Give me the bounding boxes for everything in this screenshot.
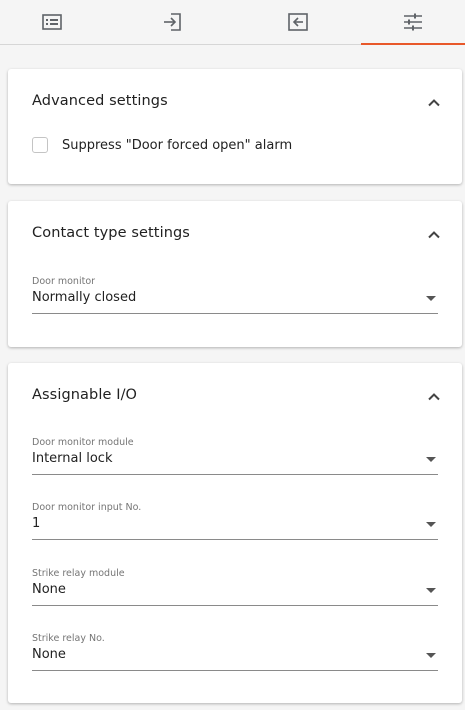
field-label: Door monitor module [32,437,134,448]
door-monitor-select[interactable]: Door monitor Normally closed [32,276,438,316]
strike-relay-no-select[interactable]: Strike relay No. None [32,633,438,673]
tab-settings[interactable] [361,0,465,45]
list-card-icon [42,14,62,30]
field-label: Door monitor [32,276,96,287]
field-value: Normally closed [32,290,137,305]
field-label: Door monitor input No. [32,502,142,513]
dropdown-arrow-icon[interactable] [426,457,436,462]
field-underline [32,474,438,475]
field-underline [32,313,438,314]
field-value: None [32,647,66,662]
field-value: Internal lock [32,451,113,466]
sign-in-icon [164,13,181,31]
contact-type-settings-title: Contact type settings [32,225,190,241]
dropdown-arrow-icon[interactable] [426,296,436,301]
contact-type-settings-header[interactable]: Contact type settings [8,201,462,269]
chevron-up-icon[interactable] [426,95,442,111]
tune-sliders-icon [404,13,422,31]
field-underline [32,605,438,606]
advanced-settings-card: Advanced settings Suppress "Door forced … [8,69,462,184]
field-label: Strike relay No. [32,633,105,644]
checkbox-box[interactable] [32,137,48,153]
assignable-io-header[interactable]: Assignable I/O [8,363,462,431]
checkbox-label: Suppress "Door forced open" alarm [62,137,293,153]
sign-out-icon [288,13,308,31]
contact-type-settings-card: Contact type settings Door monitor Norma… [8,201,462,347]
door-monitor-module-select[interactable]: Door monitor module Internal lock [32,437,438,477]
tab-exit[interactable] [246,0,350,44]
dropdown-arrow-icon[interactable] [426,522,436,527]
field-value: 1 [32,516,41,531]
assignable-io-title: Assignable I/O [32,387,138,403]
chevron-up-icon[interactable] [426,389,442,405]
advanced-settings-header[interactable]: Advanced settings [8,69,462,137]
advanced-settings-title: Advanced settings [32,93,168,109]
dropdown-arrow-icon[interactable] [426,588,436,593]
field-underline [32,670,438,671]
strike-relay-module-select[interactable]: Strike relay module None [32,568,438,608]
door-monitor-input-no-select[interactable]: Door monitor input No. 1 [32,502,438,542]
field-label: Strike relay module [32,568,125,579]
tab-entry[interactable] [120,0,224,44]
field-underline [32,539,438,540]
chevron-up-icon[interactable] [426,227,442,243]
field-value: None [32,582,66,597]
tab-details[interactable] [0,0,104,44]
tab-bar [0,0,465,45]
dropdown-arrow-icon[interactable] [426,653,436,658]
suppress-door-forced-open-checkbox[interactable]: Suppress "Door forced open" alarm [32,135,292,155]
assignable-io-card: Assignable I/O Door monitor module Inter… [8,363,462,703]
